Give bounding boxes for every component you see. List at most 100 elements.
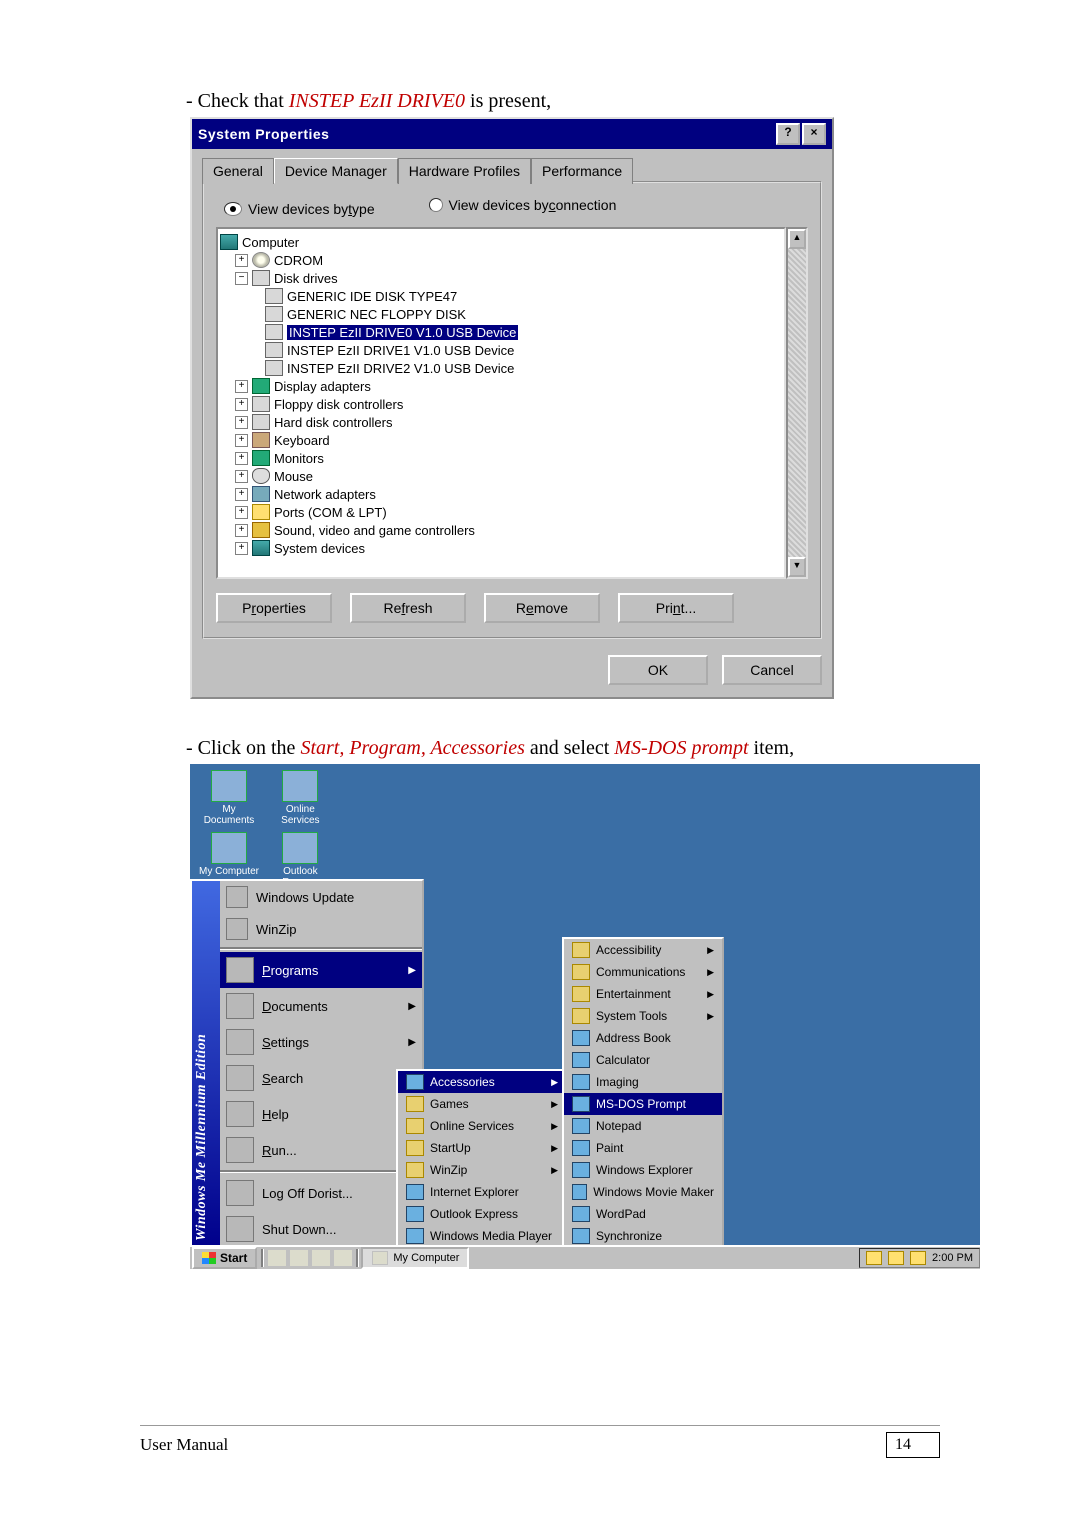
node-sound-video-game[interactable]: +Sound, video and game controllers	[220, 521, 782, 539]
node-hard-disk-controllers[interactable]: +Hard disk controllers	[220, 413, 782, 431]
expand-icon[interactable]: +	[235, 524, 248, 537]
start-item-logoff[interactable]: Log Off Dorist...	[220, 1175, 422, 1211]
expand-icon[interactable]: +	[235, 452, 248, 465]
menu-item-windows-explorer[interactable]: Windows Explorer	[564, 1159, 722, 1181]
desktop-icon-my-documents[interactable]: My Documents	[198, 770, 260, 826]
menu-item-windows-movie-maker[interactable]: Windows Movie Maker	[564, 1181, 722, 1203]
menu-item-outlook-express[interactable]: Outlook Express	[398, 1203, 566, 1225]
menu-item-calculator[interactable]: Calculator	[564, 1049, 722, 1071]
expand-icon[interactable]: +	[235, 434, 248, 447]
menu-item-system-tools[interactable]: System Tools▶	[564, 1005, 722, 1027]
node-instep-ez2[interactable]: INSTEP EzII DRIVE2 V1.0 USB Device	[220, 359, 782, 377]
tab-hardware-profiles[interactable]: Hardware Profiles	[398, 158, 531, 184]
quicklaunch-icon[interactable]	[289, 1249, 309, 1267]
refresh-button[interactable]: Refresh	[350, 593, 466, 623]
start-item-shutdown[interactable]: Shut Down...	[220, 1211, 422, 1247]
tab-page: View devices by type View devices by con…	[202, 181, 822, 639]
menu-item-entertainment[interactable]: Entertainment▶	[564, 983, 722, 1005]
start-button[interactable]: Start	[192, 1247, 257, 1269]
menu-item-accessibility[interactable]: Accessibility▶	[564, 939, 722, 961]
tab-general[interactable]: General	[202, 158, 274, 184]
titlebar[interactable]: System Properties ? ×	[192, 119, 832, 149]
taskbar-app-my-computer[interactable]: My Computer	[361, 1247, 469, 1269]
node-generic-nec-floppy[interactable]: GENERIC NEC FLOPPY DISK	[220, 305, 782, 323]
book-icon	[572, 1030, 590, 1046]
help-button[interactable]: ?	[776, 123, 800, 145]
expand-icon[interactable]: +	[235, 470, 248, 483]
menu-item-notepad[interactable]: Notepad	[564, 1115, 722, 1137]
node-computer[interactable]: Computer	[220, 233, 782, 251]
remove-button[interactable]: Remove	[484, 593, 600, 623]
scroll-up-arrow[interactable]: ▲	[788, 229, 806, 249]
radio-view-by-connection[interactable]: View devices by connection	[429, 197, 617, 213]
expand-icon[interactable]: +	[235, 542, 248, 555]
start-item-windows-update[interactable]: Windows Update	[220, 881, 422, 913]
desktop-icon-online-services[interactable]: Online Services	[269, 770, 331, 826]
expand-icon[interactable]: +	[235, 398, 248, 411]
quicklaunch-icon[interactable]	[333, 1249, 353, 1267]
cancel-button[interactable]: Cancel	[722, 655, 822, 685]
desktop-icon-my-computer[interactable]: My Computer	[198, 832, 260, 877]
node-keyboard[interactable]: +Keyboard	[220, 431, 782, 449]
quicklaunch-icon[interactable]	[267, 1249, 287, 1267]
start-item-settings[interactable]: Settings▶	[220, 1024, 422, 1060]
expand-icon[interactable]: +	[235, 506, 248, 519]
menu-item-imaging[interactable]: Imaging	[564, 1071, 722, 1093]
expand-icon[interactable]: +	[235, 380, 248, 393]
properties-button[interactable]: Properties	[216, 593, 332, 623]
menu-item-msdos-prompt[interactable]: MS-DOS Prompt	[564, 1093, 722, 1115]
node-system-devices[interactable]: +System devices	[220, 539, 782, 557]
expand-icon[interactable]: +	[235, 488, 248, 501]
radio-view-by-type[interactable]: View devices by type	[224, 201, 375, 217]
node-ports[interactable]: +Ports (COM & LPT)	[220, 503, 782, 521]
node-display-adapters[interactable]: +Display adapters	[220, 377, 782, 395]
tab-performance[interactable]: Performance	[531, 158, 633, 184]
start-item-winzip[interactable]: WinZip	[220, 913, 422, 945]
tree-scrollbar[interactable]: ▲ ▼	[786, 227, 808, 579]
close-button[interactable]: ×	[802, 123, 826, 145]
menu-item-wordpad[interactable]: WordPad	[564, 1203, 722, 1225]
menu-item-online-services[interactable]: Online Services▶	[398, 1115, 566, 1137]
menu-item-accessories[interactable]: Accessories▶	[398, 1071, 566, 1093]
node-cdrom[interactable]: +CDROM	[220, 251, 782, 269]
menu-item-synchronize[interactable]: Synchronize	[564, 1225, 722, 1247]
menu-item-startup[interactable]: StartUp▶	[398, 1137, 566, 1159]
start-item-help[interactable]: Help	[220, 1096, 422, 1132]
menu-item-paint[interactable]: Paint	[564, 1137, 722, 1159]
tray-icon[interactable]	[866, 1251, 882, 1265]
menu-item-internet-explorer[interactable]: Internet Explorer	[398, 1181, 566, 1203]
tray-icon[interactable]	[888, 1251, 904, 1265]
menu-item-winzip[interactable]: WinZip▶	[398, 1159, 566, 1181]
node-mouse[interactable]: +Mouse	[220, 467, 782, 485]
menu-item-address-book[interactable]: Address Book	[564, 1027, 722, 1049]
expand-icon[interactable]: +	[235, 254, 248, 267]
network-icon	[252, 486, 270, 502]
device-tree[interactable]: Computer +CDROM −Disk drives GENERIC IDE…	[216, 227, 786, 579]
node-disk-drives[interactable]: −Disk drives	[220, 269, 782, 287]
start-item-documents[interactable]: Documents▶	[220, 988, 422, 1024]
footer-left: User Manual	[140, 1435, 228, 1455]
ok-button[interactable]: OK	[608, 655, 708, 685]
start-item-programs[interactable]: Programs▶	[220, 952, 422, 988]
collapse-icon[interactable]: −	[235, 272, 248, 285]
node-instep-ez1[interactable]: INSTEP EzII DRIVE1 V1.0 USB Device	[220, 341, 782, 359]
print-button[interactable]: Print...	[618, 593, 734, 623]
start-item-run[interactable]: Run...	[220, 1132, 422, 1168]
start-item-search[interactable]: Search▶	[220, 1060, 422, 1096]
tray-icon[interactable]	[910, 1251, 926, 1265]
node-network-adapters[interactable]: +Network adapters	[220, 485, 782, 503]
node-generic-ide[interactable]: GENERIC IDE DISK TYPE47	[220, 287, 782, 305]
scroll-track[interactable]	[788, 249, 806, 557]
tab-device-manager[interactable]: Device Manager	[274, 158, 398, 184]
node-instep-ez0[interactable]: INSTEP EzII DRIVE0 V1.0 USB Device	[220, 323, 782, 341]
node-floppy-controllers[interactable]: +Floppy disk controllers	[220, 395, 782, 413]
expand-icon[interactable]: +	[235, 416, 248, 429]
submenu-arrow-icon: ▶	[408, 1037, 416, 1048]
quicklaunch-icon[interactable]	[311, 1249, 331, 1267]
scroll-down-arrow[interactable]: ▼	[788, 557, 806, 577]
start-menu-items: Windows Update WinZip Programs▶ Document…	[220, 881, 422, 1247]
menu-item-communications[interactable]: Communications▶	[564, 961, 722, 983]
node-monitors[interactable]: +Monitors	[220, 449, 782, 467]
menu-item-windows-media-player[interactable]: Windows Media Player	[398, 1225, 566, 1247]
menu-item-games[interactable]: Games▶	[398, 1093, 566, 1115]
